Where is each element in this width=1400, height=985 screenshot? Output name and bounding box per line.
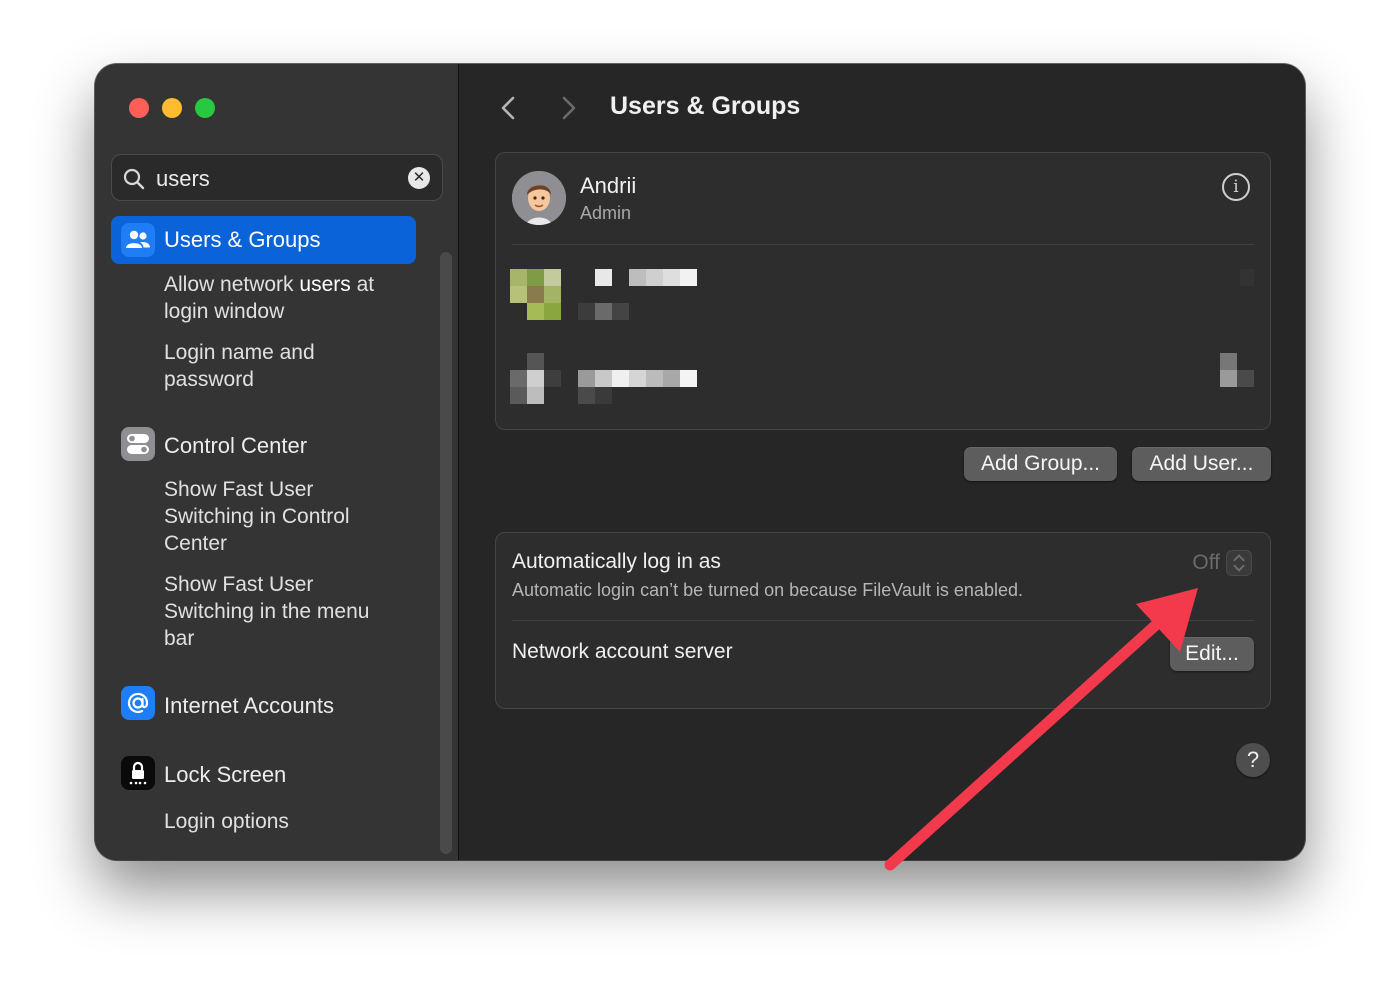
main-pane: Users & Groups Andrii Admin i Add Group.… (460, 64, 1305, 860)
sidebar-item-users-groups[interactable]: Users & Groups (111, 216, 416, 264)
sidebar-subitem-fast-user-switching-cc[interactable]: Show Fast User Switching in Control Cent… (164, 476, 394, 557)
auto-login-note: Automatic login can’t be turned on becau… (512, 580, 1023, 600)
sidebar-scrollbar[interactable] (440, 252, 452, 854)
users-list-card: Andrii Admin i (495, 152, 1271, 430)
add-group-button[interactable]: Add Group... (964, 447, 1117, 481)
forward-icon[interactable] (554, 92, 582, 124)
edit-network-server-button[interactable]: Edit... (1170, 637, 1254, 671)
sidebar-subitem-login-name[interactable]: Login name and password (164, 339, 334, 393)
settings-window: users ✕ Users & Groups Allow network use… (95, 64, 1305, 860)
back-icon[interactable] (495, 92, 523, 124)
at-sign-icon (121, 686, 155, 720)
user-name: Andrii (580, 173, 637, 198)
window-controls (129, 98, 215, 118)
lock-icon (121, 756, 155, 790)
sidebar-item-lock-screen[interactable]: Lock Screen (164, 762, 286, 788)
divider (512, 244, 1254, 245)
sidebar-subitem-fast-user-switching-menubar[interactable]: Show Fast User Switching in the menu bar (164, 571, 404, 652)
up-down-chevron-icon (1226, 550, 1252, 576)
login-settings-card: Automatically log in as Automatic login … (495, 532, 1271, 709)
user-role: Admin (580, 203, 632, 223)
zoom-window-button[interactable] (195, 98, 215, 118)
info-icon[interactable]: i (1222, 173, 1250, 201)
sidebar-item-control-center[interactable]: Control Center (164, 433, 307, 459)
network-server-label: Network account server (512, 640, 733, 663)
search-icon (123, 168, 145, 190)
user-avatar[interactable] (512, 171, 566, 225)
auto-login-popup[interactable]: Off (1192, 550, 1252, 576)
control-center-icon (121, 427, 155, 461)
users-icon (121, 223, 155, 257)
page-title: Users & Groups (610, 92, 801, 120)
auto-login-value: Off (1192, 551, 1220, 574)
add-user-button[interactable]: Add User... (1132, 447, 1271, 481)
subitem-text: Allow network (164, 273, 300, 296)
sidebar-subitem-login-options[interactable]: Login options (164, 808, 404, 835)
clear-icon[interactable]: ✕ (408, 167, 430, 189)
sidebar-item-internet-accounts[interactable]: Internet Accounts (164, 693, 334, 719)
minimize-window-button[interactable] (162, 98, 182, 118)
auto-login-label: Automatically log in as (512, 550, 721, 573)
help-button[interactable]: ? (1236, 743, 1270, 777)
sidebar-item-label: Users & Groups (164, 227, 321, 252)
search-input[interactable]: users (156, 166, 210, 192)
sidebar-subitem-allow-network-users[interactable]: Allow network users at login window (164, 271, 404, 325)
search-match-highlight: users (299, 273, 351, 296)
search-field[interactable]: users ✕ (111, 154, 443, 201)
sidebar: users ✕ Users & Groups Allow network use… (95, 64, 459, 860)
divider (512, 620, 1254, 621)
close-window-button[interactable] (129, 98, 149, 118)
